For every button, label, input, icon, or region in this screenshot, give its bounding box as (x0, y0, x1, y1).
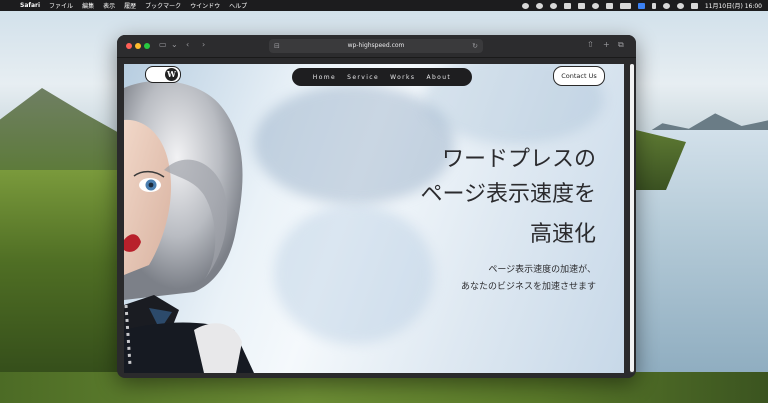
close-window-button[interactable] (126, 43, 132, 49)
search-icon[interactable] (676, 2, 684, 9)
hero-portrait-illustration (124, 80, 254, 373)
forward-arrow-icon[interactable]: › (202, 40, 205, 50)
page-scrollbar[interactable] (630, 64, 634, 373)
clock-icon[interactable] (549, 2, 557, 9)
menu-bookmarks[interactable]: ブックマーク (145, 1, 181, 10)
menu-bar: Safari ファイル 編集 表示 履歴 ブックマーク ウインドウ ヘルプ 11… (0, 0, 768, 11)
control-center-icon[interactable] (690, 2, 698, 9)
headline-line-3: 高速化 (529, 222, 596, 247)
browser-window: ▭ ⌄ ‹ › ⊟ wp-highspeed.com ↻ ⇧ + ⧉ W Hom… (117, 35, 636, 378)
wifi-icon[interactable] (662, 2, 670, 9)
cloud-icon[interactable] (563, 2, 571, 9)
nav-about[interactable]: About (426, 74, 451, 81)
reload-icon[interactable]: ↻ (472, 39, 478, 53)
subtext-line-2: あなたのビジネスを加速させます (460, 282, 596, 292)
scrollbar-thumb[interactable] (630, 64, 634, 372)
volume-icon[interactable] (605, 2, 613, 9)
back-arrow-icon[interactable]: ‹ (186, 40, 189, 50)
url-text[interactable]: wp-highspeed.com (348, 42, 405, 49)
menu-edit[interactable]: 編集 (82, 1, 94, 10)
web-page: W Home Service Works About Contact Us ワー… (124, 64, 624, 373)
status-area: 11月10日(月) 16:00 (521, 0, 762, 11)
site-nav: Home Service Works About (292, 68, 472, 86)
hero-headline: ワードプレスの ページ表示速度を 高速化 (420, 142, 596, 252)
network-icon[interactable] (577, 2, 585, 9)
input-source-icon[interactable] (637, 2, 645, 9)
page-settings-icon[interactable]: ⊟ (274, 39, 280, 53)
wordpress-icon: W (165, 68, 178, 81)
nav-home[interactable]: Home (313, 74, 336, 81)
zoom-window-button[interactable] (144, 43, 150, 49)
tab-overview-icon[interactable]: ⧉ (618, 40, 624, 50)
menu-app-name[interactable]: Safari (20, 2, 40, 9)
menu-file[interactable]: ファイル (49, 1, 73, 10)
sidebar-toggle-icon[interactable]: ▭ (159, 40, 167, 50)
record-icon[interactable] (591, 2, 599, 9)
site-logo[interactable]: W (145, 66, 181, 83)
spotify-icon[interactable] (535, 2, 543, 9)
browser-toolbar: ▭ ⌄ ‹ › ⊟ wp-highspeed.com ↻ ⇧ + ⧉ (117, 35, 636, 58)
hero-subtext: ページ表示速度の加速が、 あなたのビジネスを加速させます (461, 262, 596, 296)
menubar-clock[interactable]: 11月10日(月) 16:00 (705, 1, 762, 10)
nav-works[interactable]: Works (390, 74, 415, 81)
dropbox-icon[interactable] (521, 2, 529, 9)
menu-view[interactable]: 表示 (103, 1, 115, 10)
headline-line-2: ページ表示速度を (420, 182, 596, 207)
bluetooth-icon[interactable] (651, 2, 656, 9)
subtext-line-1: ページ表示速度の加速が、 (488, 265, 596, 275)
minimize-window-button[interactable] (135, 43, 141, 49)
wallpaper-cliff-left-lower (0, 170, 130, 403)
chevron-down-icon[interactable]: ⌄ (171, 40, 178, 50)
headline-line-1: ワードプレスの (441, 147, 596, 172)
menu-window[interactable]: ウインドウ (190, 1, 220, 10)
battery-icon[interactable] (619, 2, 631, 9)
contact-us-button[interactable]: Contact Us (553, 66, 605, 86)
menu-help[interactable]: ヘルプ (229, 1, 247, 10)
share-icon[interactable]: ⇧ (587, 40, 594, 50)
address-bar[interactable]: ⊟ wp-highspeed.com ↻ (269, 39, 483, 53)
nav-service[interactable]: Service (347, 74, 379, 81)
background-cloud (274, 204, 434, 344)
new-tab-icon[interactable]: + (603, 40, 610, 50)
menu-history[interactable]: 履歴 (124, 1, 136, 10)
